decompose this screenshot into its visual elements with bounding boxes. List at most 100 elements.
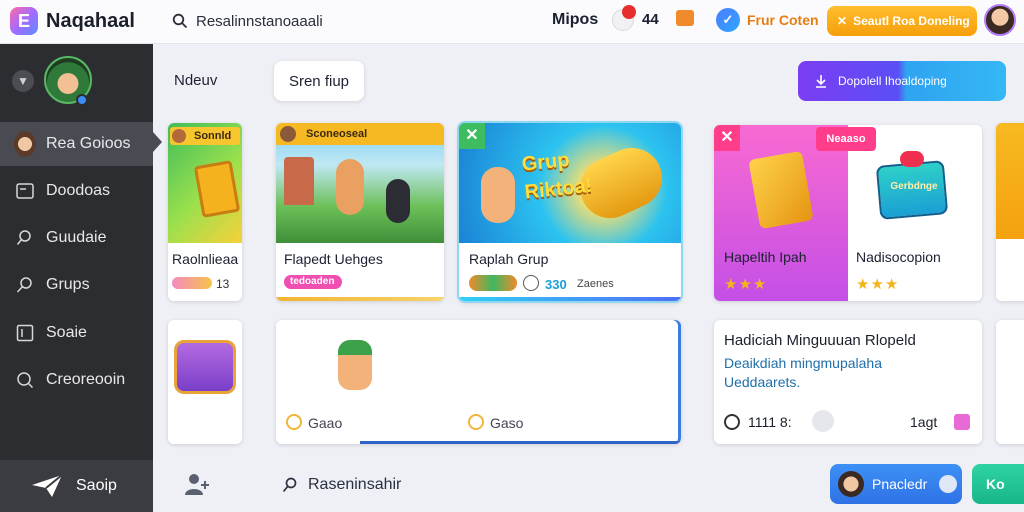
sidebar-item-creoreooin[interactable]: Creoreooin: [0, 358, 153, 402]
star-rating: ★★★: [856, 276, 900, 293]
inbox-icon: [14, 180, 36, 202]
send-icon: [32, 474, 63, 497]
badge-icons: [172, 277, 212, 289]
close-icon[interactable]: ✕: [459, 123, 485, 149]
sidebar-item-rea-goioos[interactable]: Rea Goioos: [0, 122, 153, 166]
avatar: [838, 471, 864, 497]
game-card[interactable]: Sconeoseal Flapedt Uehges tedoaden: [276, 123, 444, 301]
floating-action-label: Pnacledr: [872, 476, 928, 492]
sidebar-item-doodoas[interactable]: Doodoas: [0, 169, 153, 213]
info-card[interactable]: Hadiciah Minguuuan Rlopeld Deaikdiah min…: [714, 320, 982, 444]
coin-icon: [286, 414, 302, 430]
info-card-count: 1111 8:: [748, 414, 792, 430]
card-badge: Sconeoseal: [306, 128, 368, 140]
gift-box-label: Gerbdnge: [890, 181, 938, 192]
download-icon[interactable]: ▼: [12, 70, 34, 92]
cta-label: Seautl Roa Doneling: [853, 14, 970, 28]
promo-link[interactable]: Frur Coten: [747, 12, 819, 28]
gift-bow: [900, 151, 924, 167]
game-card[interactable]: Sonnld Raolnlieaa 13: [168, 123, 242, 301]
checkbox-icon[interactable]: [954, 414, 970, 430]
sidebar-bottom-button[interactable]: Saoip: [0, 460, 153, 512]
avatar: [172, 129, 186, 143]
card-title: Flapedt Uehges: [284, 251, 383, 267]
card-title: Raolnlieaa: [172, 251, 239, 267]
floating-action-button[interactable]: Pnacledr: [830, 464, 962, 504]
more-icon[interactable]: [812, 410, 834, 432]
sidebar: ▼ Rea Goioos Doodoas Guudaie Grups Soaie…: [0, 44, 153, 512]
game-card[interactable]: [168, 320, 242, 444]
card-badge: Neaaso: [816, 127, 876, 151]
info-card-heading: Hadiciah Minguuuan Rlopeld: [724, 332, 916, 349]
treasure-box-image: [174, 340, 236, 394]
search-icon: [172, 13, 188, 29]
card-action-label[interactable]: Gaao: [308, 415, 342, 431]
chat-icon: [724, 414, 740, 430]
close-icon[interactable]: ✕: [714, 125, 740, 151]
sidebar-item-label: Creoreooin: [46, 371, 126, 388]
sidebar-item-label: Doodoas: [46, 182, 111, 199]
featured-game-card[interactable]: Grup Riktoa! ✕ Raplah Grup 330 Zaenes: [459, 123, 681, 301]
wide-game-card[interactable]: Gaao Gaso: [276, 320, 681, 444]
info-card-text: Deaikdiah mingmupalaha Ueddaarets.: [724, 355, 882, 390]
primary-action-label: Dopolell Ihoaldoping: [838, 74, 947, 88]
character-image: [336, 159, 364, 215]
card-art: Sconeoseal: [276, 123, 444, 243]
avatar: [280, 126, 296, 142]
app-logo[interactable]: E: [10, 7, 38, 35]
sidebar-bottom-label: Saoip: [76, 477, 117, 494]
badge-icons: [469, 275, 517, 291]
top-bar: E Naqahaal Resalinnstanoaaali Mipos 44 ✓…: [0, 0, 1024, 44]
search-icon: [14, 369, 36, 391]
chat-icon: [523, 275, 539, 291]
active-indicator: [153, 132, 162, 152]
filter-chip[interactable]: Sren fiup: [274, 61, 364, 101]
bottom-search[interactable]: Raseninsahir: [282, 476, 401, 494]
nav-link[interactable]: Mipos: [552, 11, 598, 29]
game-card[interactable]: [996, 123, 1024, 301]
sidebar-item-label: Rea Goioos: [46, 135, 131, 152]
add-user-icon[interactable]: [184, 472, 210, 496]
art-title: Grup Riktoa!: [520, 148, 594, 204]
user-icon: [939, 475, 958, 493]
character-image: [481, 167, 515, 223]
card-badge: Sonnld: [194, 130, 232, 142]
card-action-label[interactable]: Gaso: [490, 415, 523, 431]
tag-label: tedoaden: [290, 276, 335, 287]
verified-badge-icon: [76, 94, 88, 106]
star-rating: ★★★: [724, 276, 768, 293]
card-art: Grup Riktoa! ✕: [459, 123, 681, 243]
chat-icon[interactable]: [676, 10, 694, 26]
card-meta: 13: [216, 277, 230, 291]
character-image: [338, 340, 372, 390]
golden-card-image: [748, 150, 814, 230]
avatar: [14, 131, 36, 157]
section-label: Ndeuv: [174, 72, 218, 89]
game-card[interactable]: [996, 320, 1024, 444]
app-title: Naqahaal: [46, 10, 135, 32]
primary-action-button[interactable]: Dopolell Ihoaldoping: [798, 61, 1006, 101]
cta-button[interactable]: ✕ Seautl Roa Doneling: [827, 6, 977, 36]
square-icon: [14, 322, 36, 344]
user-avatar[interactable]: [984, 4, 1016, 36]
sidebar-item-grups[interactable]: Grups: [0, 263, 153, 307]
search-icon: [14, 274, 36, 296]
promo-icon[interactable]: ✓: [716, 8, 740, 32]
search-icon: [282, 477, 297, 493]
notification-badge: [622, 5, 636, 19]
download-icon: [816, 75, 826, 88]
card-title: Raplah Grup: [469, 251, 549, 267]
coin-icon: [468, 414, 484, 430]
bottom-search-text: Raseninsahir: [308, 476, 402, 493]
notification-count: 44: [642, 11, 659, 28]
card-title-2: Nadisocopion: [856, 249, 941, 265]
sidebar-item-guudaie[interactable]: Guudaie: [0, 216, 153, 260]
search-bar[interactable]: Resalinnstanoaaali: [166, 7, 496, 35]
sidebar-item-soaie[interactable]: Soaie: [0, 311, 153, 355]
sidebar-item-label: Guudaie: [46, 229, 107, 246]
search-icon: [14, 227, 36, 249]
sidebar-item-label: Grups: [46, 276, 90, 293]
floating-action-button-2[interactable]: Ko: [972, 464, 1024, 504]
card-art: Sonnld: [168, 123, 242, 243]
bundle-card[interactable]: ✕ Neaaso Hapeltih Ipah ★★★ Gerbdnge Nadi…: [714, 125, 982, 301]
